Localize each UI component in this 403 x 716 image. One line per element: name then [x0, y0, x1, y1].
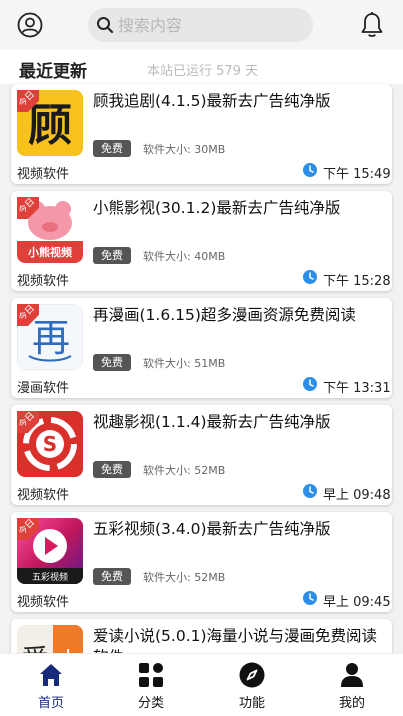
item-size: 软件大小: 52MB: [143, 464, 226, 477]
item-category: 视频软件: [17, 488, 70, 503]
item-size: 软件大小: 40MB: [143, 250, 226, 263]
clock-icon: [303, 484, 317, 498]
list-item[interactable]: 顾 今日 顾我追剧(4.1.5)最新去广告纯净版 免费 软件大小: 30MB 视…: [11, 84, 392, 184]
item-category: 视频软件: [17, 595, 70, 610]
item-title[interactable]: 再漫画(1.6.15)超多漫画资源免费阅读: [93, 305, 383, 326]
list-item[interactable]: 小熊视频 今日 小熊影视(30.1.2)最新去广告纯净版 免费 软件大小: 40…: [11, 191, 392, 291]
list-item[interactable]: S 今日 视趣影视(1.1.4)最新去广告纯净版 免费 软件大小: 52MB 视…: [11, 405, 392, 505]
item-size: 软件大小: 30MB: [143, 143, 226, 156]
clock-icon: [303, 163, 317, 177]
today-ribbon: 今日: [17, 197, 39, 219]
item-time: 下午 13:31: [323, 381, 391, 396]
top-bar: [0, 0, 403, 50]
search-icon: [97, 17, 114, 34]
clock-icon: [303, 591, 317, 605]
list-item[interactable]: 再 今日 再漫画(1.6.15)超多漫画资源免费阅读 免费 软件大小: 51MB…: [11, 298, 392, 398]
person-icon: [341, 663, 363, 687]
tab-features[interactable]: 功能: [202, 654, 302, 716]
item-time: 早上 09:45: [323, 595, 391, 610]
free-badge: 免费: [93, 354, 131, 371]
item-title[interactable]: 顾我追剧(4.1.5)最新去广告纯净版: [93, 91, 383, 112]
free-badge: 免费: [93, 461, 131, 478]
today-ribbon: 今日: [17, 90, 39, 112]
today-ribbon: 今日: [17, 518, 39, 540]
item-category: 视频软件: [17, 167, 70, 182]
clock-icon: [303, 270, 317, 284]
item-title[interactable]: 五彩视频(3.4.0)最新去广告纯净版: [93, 519, 383, 540]
grid-icon: [139, 663, 163, 687]
svg-text:五彩视频: 五彩视频: [32, 571, 68, 583]
tab-label: 功能: [238, 696, 265, 711]
tab-category[interactable]: 分类: [101, 654, 201, 716]
tab-label: 我的: [338, 696, 365, 711]
item-time: 下午 15:28: [323, 274, 391, 289]
search-bar[interactable]: [88, 8, 313, 42]
item-time: 早上 09:48: [323, 488, 391, 503]
search-input[interactable]: [118, 8, 308, 42]
svg-text:S: S: [43, 432, 57, 456]
bell-icon[interactable]: [359, 11, 385, 39]
item-category: 漫画软件: [17, 381, 70, 396]
site-runtime: 本站已运行 579 天: [147, 64, 259, 79]
svg-text:小熊视频: 小熊视频: [27, 245, 72, 259]
item-category: 视频软件: [17, 274, 70, 289]
free-badge: 免费: [93, 568, 131, 585]
section-title: 最近更新: [19, 62, 87, 82]
compass-icon: [239, 662, 265, 688]
tab-label: 分类: [137, 696, 164, 711]
clock-icon: [303, 377, 317, 391]
tab-home[interactable]: 首页: [1, 654, 101, 716]
tab-label: 首页: [37, 696, 64, 711]
free-badge: 免费: [93, 247, 131, 264]
list-item[interactable]: 五彩视频 今日 五彩视频(3.4.0)最新去广告纯净版 免费 软件大小: 52M…: [11, 512, 392, 612]
tab-mine[interactable]: 我的: [302, 654, 402, 716]
free-badge: 免费: [93, 140, 131, 157]
item-title[interactable]: 小熊影视(30.1.2)最新去广告纯净版: [93, 198, 383, 219]
item-time: 下午 15:49: [323, 167, 391, 182]
today-ribbon: 今日: [17, 304, 39, 326]
bottom-nav: 首页 分类 功能 我的: [0, 653, 403, 716]
item-title[interactable]: 视趣影视(1.1.4)最新去广告纯净版: [93, 412, 383, 433]
home-icon: [40, 664, 62, 686]
section-header: 最近更新 本站已运行 579 天: [0, 50, 403, 84]
item-size: 软件大小: 52MB: [143, 571, 226, 584]
today-ribbon: 今日: [17, 411, 39, 433]
item-size: 软件大小: 51MB: [143, 357, 226, 370]
user-icon[interactable]: [17, 12, 43, 38]
